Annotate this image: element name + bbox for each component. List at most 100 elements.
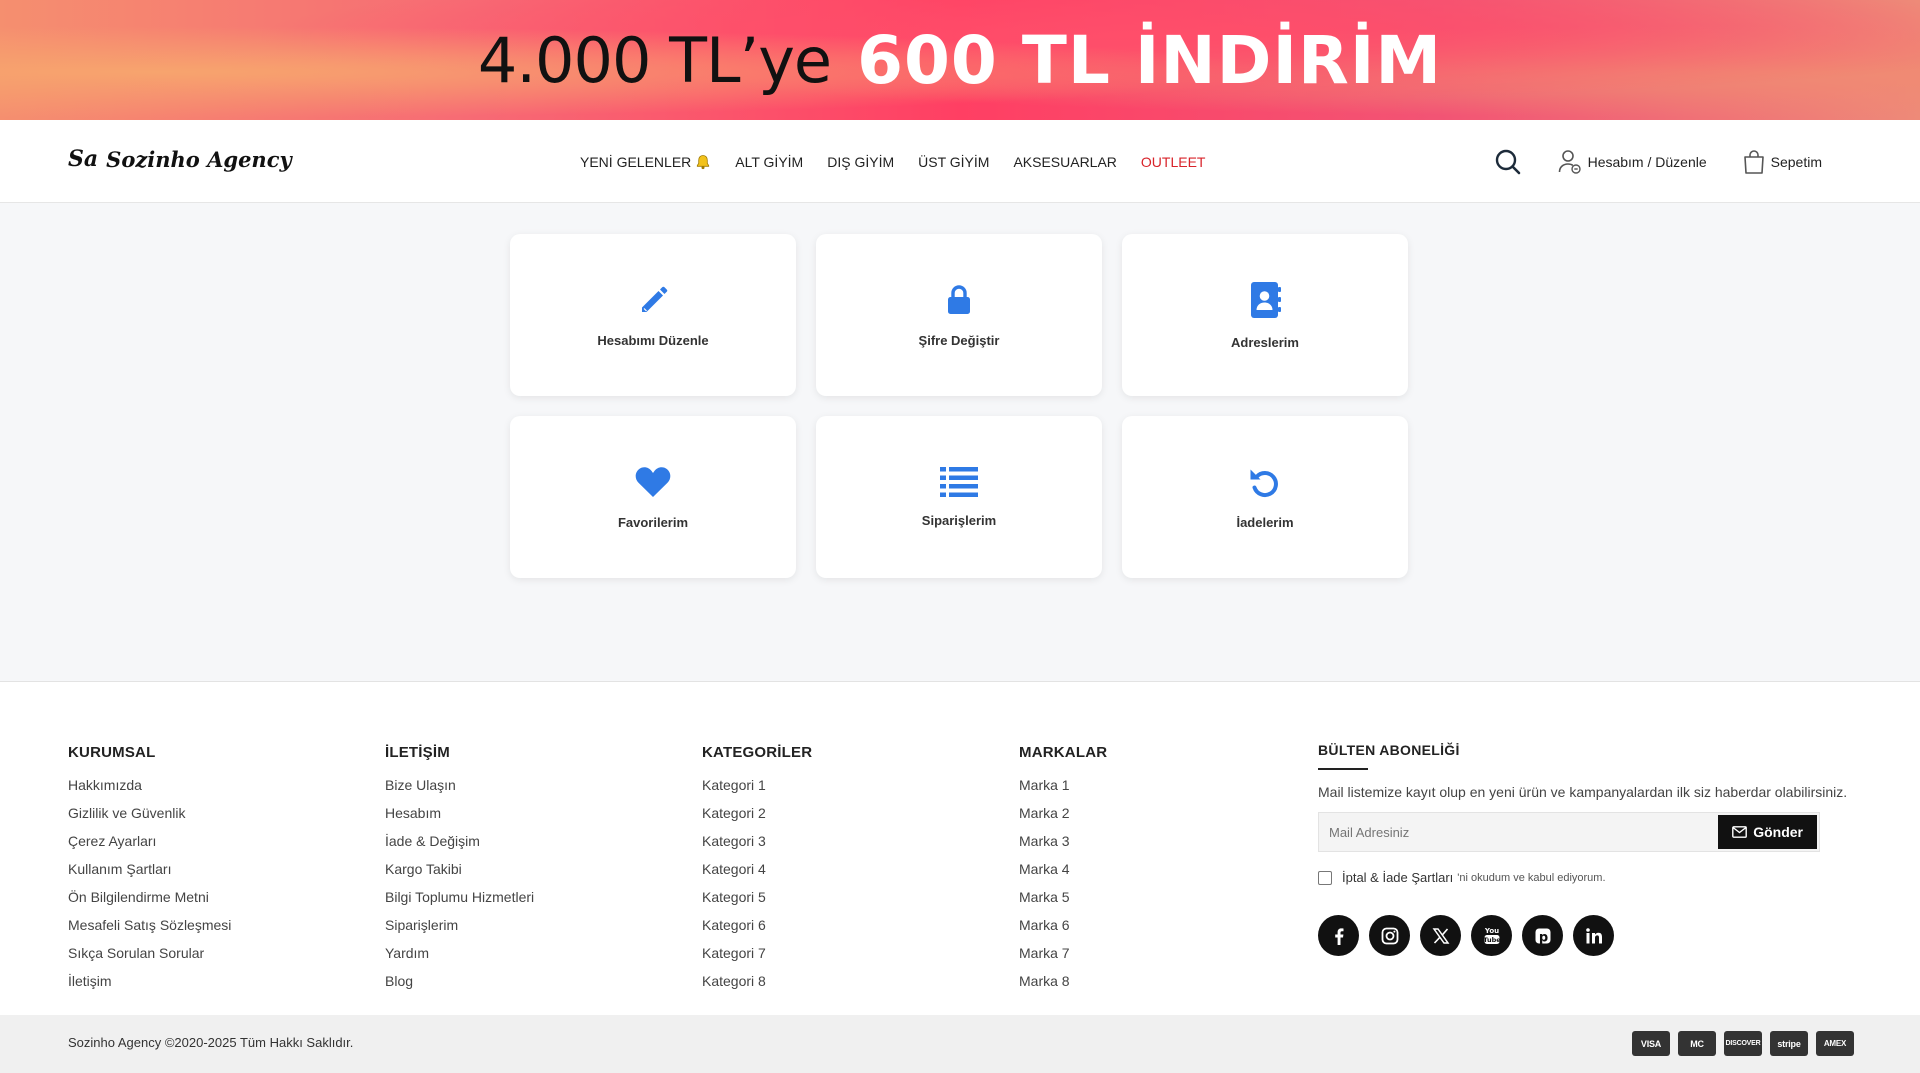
social-instagram-link[interactable] [1369,915,1410,956]
facebook-icon [1334,927,1343,945]
newsletter-submit-button[interactable]: Gönder [1718,815,1817,849]
account-button[interactable]: Hesabım / Düzenle [1558,149,1707,175]
footer-link[interactable]: Marka 7 [1019,939,1107,967]
footer-link[interactable]: İade & Değişim [385,827,534,855]
footer-link[interactable]: Kategori 2 [702,799,812,827]
social-links: You Tube p [1318,915,1858,956]
newsletter-title: BÜLTEN ABONELİĞİ [1318,742,1460,758]
footer-link[interactable]: Kategori 8 [702,967,812,995]
address-book-icon [1251,281,1281,318]
footer-link[interactable]: Marka 4 [1019,855,1107,883]
bottom-bar: Sozinho Agency ©2020-2025 Tüm Hakkı Sakl… [0,1015,1920,1073]
main-nav: YENİ GELENLER ALT GİYİM DIŞ GİYİM ÜST Gİ… [580,120,1206,203]
footer-link[interactable]: Sıkça Sorulan Sorular [68,939,231,967]
footer-link[interactable]: Hakkımızda [68,771,231,799]
footer-link[interactable]: Kategori 3 [702,827,812,855]
card-returns[interactable]: İadelerim [1122,416,1408,578]
cart-button[interactable]: Sepetim [1743,149,1822,175]
footer-link[interactable]: Siparişlerim [385,911,534,939]
account-menu-grid: Hesabımı Düzenle Şifre Değiştir Adresler… [510,234,1410,578]
card-label: İadelerim [1236,514,1294,530]
heart-icon [635,466,671,497]
card-edit-account[interactable]: Hesabımı Düzenle [510,234,796,396]
mail-icon [1732,826,1748,838]
footer-link[interactable]: İletişim [68,967,231,995]
nav-item-dis-giyim[interactable]: DIŞ GİYİM [827,154,894,170]
newsletter-form: Gönder [1318,812,1820,852]
card-addresses[interactable]: Adreslerim [1122,234,1408,396]
footer-link[interactable]: Kategori 4 [702,855,812,883]
nav-item-label: AKSESUARLAR [1013,153,1117,170]
visa-icon: VISA [1632,1031,1670,1056]
footer-link[interactable]: Gizlilik ve Güvenlik [68,799,231,827]
header-actions: Hesabım / Düzenle Sepetim [1494,120,1822,203]
svg-text:Tube: Tube [1483,936,1501,944]
footer-link[interactable]: Bize Ulaşın [385,771,534,799]
mastercard-icon: MC [1678,1031,1716,1056]
footer-link[interactable]: Kullanım Şartları [68,855,231,883]
discover-icon: DISCOVER [1724,1031,1762,1056]
x-icon [1432,927,1449,944]
svg-text:p: p [1538,930,1547,945]
footer-link[interactable]: Bilgi Toplumu Hizmetleri [385,883,534,911]
social-x-link[interactable] [1420,915,1461,956]
youtube-icon: You Tube [1483,927,1501,944]
card-favorites[interactable]: Favorilerim [510,416,796,578]
payment-methods: VISA MC DISCOVER stripe AMEX [1632,1031,1854,1056]
footer-link[interactable]: Yardım [385,939,534,967]
footer-link[interactable]: Marka 2 [1019,799,1107,827]
footer-link[interactable]: Kategori 7 [702,939,812,967]
card-orders[interactable]: Siparişlerim [816,416,1102,578]
promo-banner[interactable]: 4.000 TL’ye 600 TL İNDİRİM [0,0,1920,120]
nav-item-alt-giyim[interactable]: ALT GİYİM [735,154,803,170]
footer-link[interactable]: Ön Bilgilendirme Metni [68,883,231,911]
footer-link[interactable]: Mesafeli Satış Sözleşmesi [68,911,231,939]
footer-column-markalar: MARKALAR Marka 1 Marka 2 Marka 3 Marka 4… [1019,744,1107,995]
site-logo[interactable]: Sa Sozinho Agency [68,146,292,172]
consent-checkbox[interactable] [1318,870,1332,885]
social-facebook-link[interactable] [1318,915,1359,956]
social-youtube-link[interactable]: You Tube [1471,915,1512,956]
footer-link[interactable]: Marka 1 [1019,771,1107,799]
amex-icon: AMEX [1816,1031,1854,1056]
card-change-password[interactable]: Şifre Değiştir [816,234,1102,396]
footer-link[interactable]: Hesabım [385,799,534,827]
nav-item-new-arrivals[interactable]: YENİ GELENLER [580,154,711,170]
footer-column-title: KURUMSAL [68,744,156,761]
bell-icon [697,154,710,169]
search-icon [1495,149,1520,174]
user-icon [1558,149,1581,174]
newsletter-submit-label: Gönder [1753,824,1803,840]
footer-link[interactable]: Marka 6 [1019,911,1107,939]
footer-column-title: İLETİŞİM [385,744,450,761]
footer-link[interactable]: Blog [385,967,534,995]
footer-column-kurumsal: KURUMSAL Hakkımızda Gizlilik ve Güvenlik… [68,744,231,995]
footer-link[interactable]: Kategori 5 [702,883,812,911]
footer-link[interactable]: Kategori 1 [702,771,812,799]
footer-link[interactable]: Marka 5 [1019,883,1107,911]
nav-item-ust-giyim[interactable]: ÜST GİYİM [918,154,989,170]
site-footer: KURUMSAL Hakkımızda Gizlilik ve Güvenlik… [0,681,1920,1015]
promo-threshold-text: 4.000 TL’ye [477,23,832,97]
social-linkedin-link[interactable] [1573,915,1614,956]
newsletter-section: BÜLTEN ABONELİĞİ Mail listemize kayıt ol… [1318,742,1858,956]
footer-link[interactable]: Kategori 6 [702,911,812,939]
newsletter-description: Mail listemize kayıt olup en yeni ürün v… [1318,784,1848,800]
footer-link[interactable]: Çerez Ayarları [68,827,231,855]
nav-item-label: DIŞ GİYİM [827,153,895,170]
nav-item-aksesuarlar[interactable]: AKSESUARLAR [1013,154,1116,170]
stripe-icon: stripe [1770,1031,1808,1056]
nav-item-label: ALT GİYİM [735,153,804,170]
search-button[interactable] [1494,148,1522,176]
nav-item-outleet[interactable]: OUTLEET [1141,154,1206,170]
footer-link[interactable]: Marka 3 [1019,827,1107,855]
promo-discount-text: 600 TL İNDİRİM [857,21,1443,99]
footer-link[interactable]: Marka 8 [1019,967,1107,995]
nav-item-label: YENİ GELENLER [580,153,692,170]
consent-terms-link[interactable]: İptal & İade Şartları [1342,870,1453,885]
newsletter-email-input[interactable] [1319,813,1719,851]
consent-suffix-text: 'ni okudum ve kabul ediyorum. [1457,871,1606,884]
footer-link[interactable]: Kargo Takibi [385,855,534,883]
social-pinterest-link[interactable]: p [1522,915,1563,956]
card-label: Şifre Değiştir [918,332,1000,348]
